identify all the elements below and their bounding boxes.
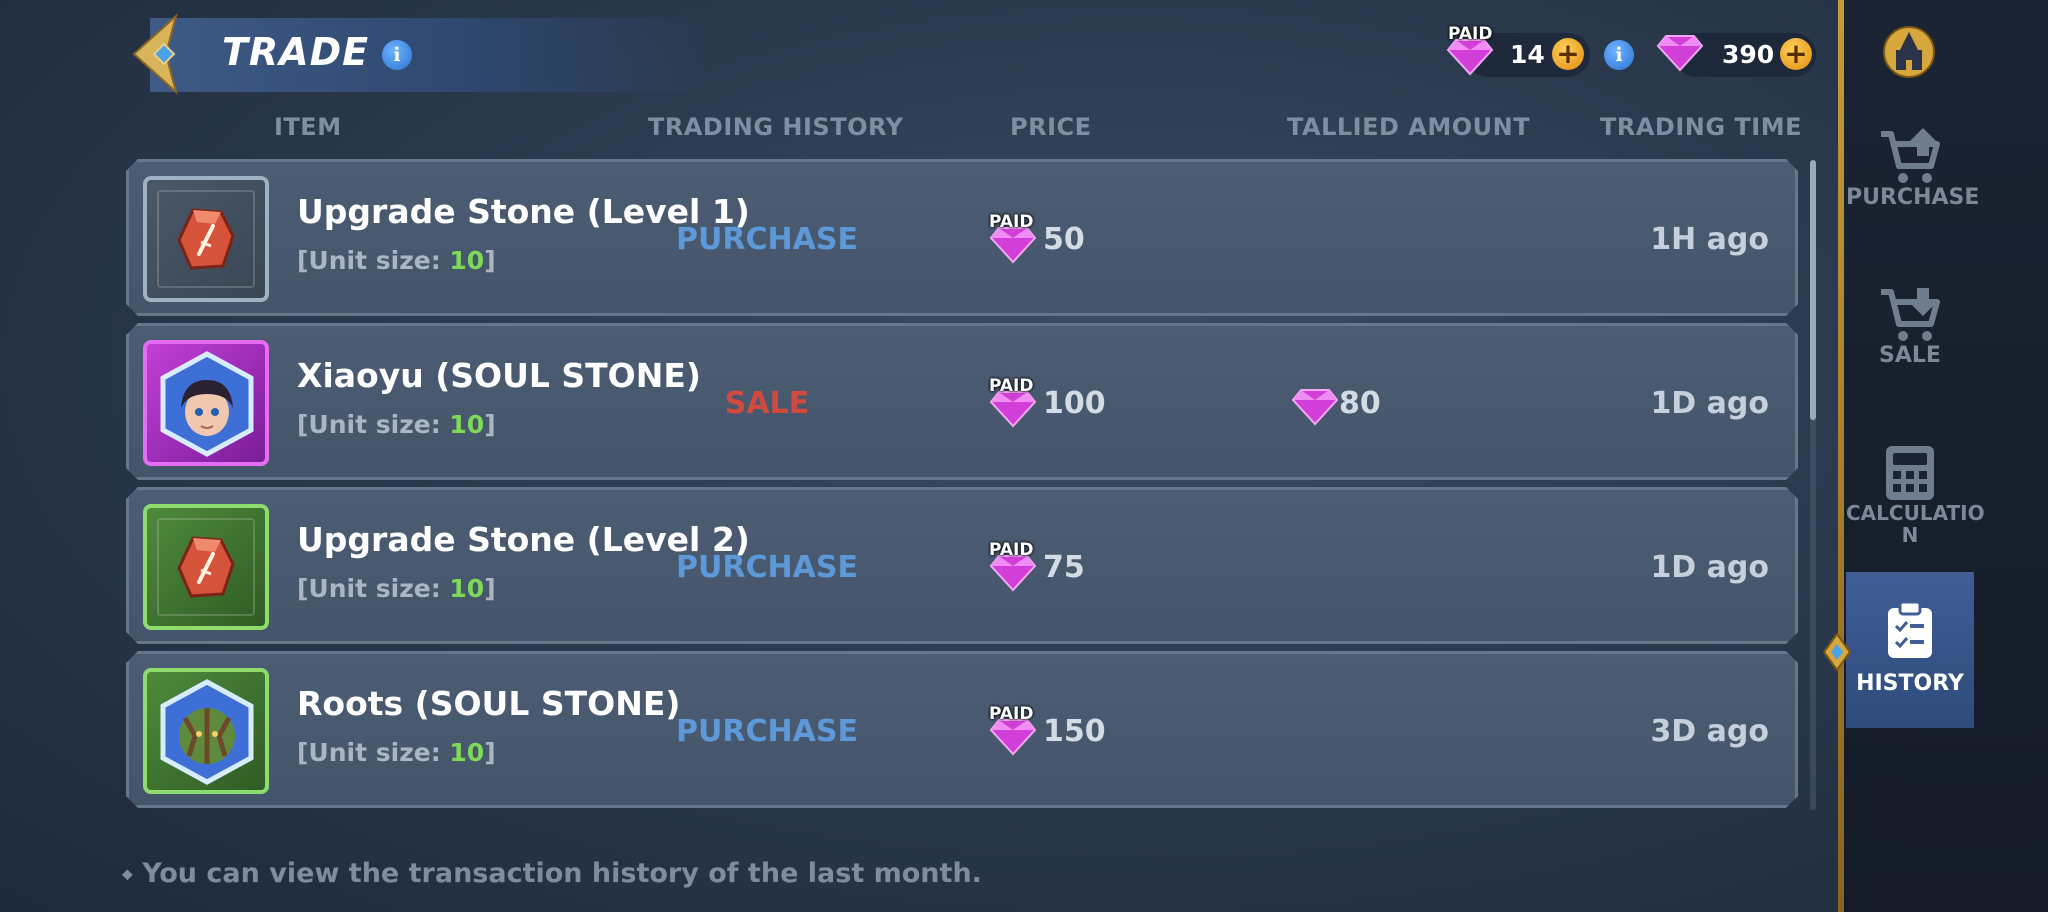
xiaoyu-portrait-icon (155, 350, 259, 458)
scrollbar-thumb[interactable] (1810, 160, 1816, 420)
column-header-item: ITEM (274, 113, 342, 141)
castle-icon[interactable] (1882, 22, 1936, 80)
unit-size: [Unit size: 10] (297, 410, 496, 439)
cart-up-icon (1881, 128, 1940, 183)
unit-size: [Unit size: 10] (297, 246, 496, 275)
table-row[interactable]: Roots (SOUL STONE) [Unit size: 10] PURCH… (126, 651, 1798, 808)
nav-history-label: HISTORY (1856, 671, 1964, 696)
footer-note: ◆ You can view the transaction history o… (122, 858, 982, 889)
trading-time: 1D ago (1650, 550, 1769, 585)
page-title: TRADE (222, 30, 370, 74)
column-header-trading-history: TRADING HISTORY (648, 113, 904, 141)
paid-currency-value: 14 (1510, 40, 1545, 69)
nav-sale-label: SALE (1879, 343, 1941, 368)
roots-portrait-icon (155, 678, 259, 786)
paid-label: PAID (989, 704, 1034, 724)
trading-time: 3D ago (1650, 714, 1769, 749)
gem-icon (1291, 386, 1339, 426)
item-thumbnail (143, 668, 269, 794)
unit-size: [Unit size: 10] (297, 738, 496, 767)
item-thumbnail (143, 176, 269, 302)
item-name: Roots (SOUL STONE) (297, 684, 681, 723)
paid-label: PAID (989, 376, 1034, 396)
free-currency-value: 390 (1722, 40, 1775, 69)
column-header-trading-time: TRADING TIME (1600, 113, 1802, 141)
item-thumbnail (143, 340, 269, 466)
footer-note-text: You can view the transaction history of … (142, 858, 982, 889)
clipboard-icon (1888, 600, 1932, 658)
price-value: 75 (1043, 550, 1085, 585)
trade-type: PURCHASE (676, 222, 858, 257)
price-value: 100 (1043, 386, 1106, 421)
nav-purchase-label: PURCHASE (1846, 185, 1980, 210)
bullet-icon: ◆ (122, 866, 133, 883)
trade-type: PURCHASE (676, 714, 858, 749)
table-row[interactable]: Upgrade Stone (Level 2) [Unit size: 10] … (126, 487, 1798, 644)
column-header-tallied-amount: TALLIED AMOUNT (1287, 113, 1531, 141)
tallied-amount: 80 (1339, 386, 1381, 421)
info-icon[interactable]: i (382, 40, 412, 70)
paid-label: PAID (989, 212, 1034, 232)
add-paid-currency-button[interactable]: + (1552, 38, 1584, 70)
price-value: 50 (1043, 222, 1085, 257)
side-divider (1838, 0, 1844, 912)
nav-history[interactable]: HISTORY (1846, 572, 1974, 728)
upgrade-stone-icon (175, 206, 237, 272)
item-thumbnail (143, 504, 269, 630)
currency-info-icon[interactable]: i (1604, 40, 1634, 70)
back-arrow-icon[interactable] (126, 14, 188, 94)
active-tab-marker-icon (1822, 632, 1852, 672)
paid-label: PAID (989, 540, 1034, 560)
trading-time: 1D ago (1650, 386, 1769, 421)
nav-purchase[interactable]: PURCHASE (1846, 126, 1980, 230)
trade-type: PURCHASE (676, 550, 858, 585)
trading-time: 1H ago (1650, 222, 1769, 257)
table-row[interactable]: Xiaoyu (SOUL STONE) [Unit size: 10] SALE… (126, 323, 1798, 480)
price-value: 150 (1043, 714, 1106, 749)
upgrade-stone-icon (175, 534, 237, 600)
nav-calculation-label: CALCULATIO N (1846, 501, 1985, 547)
paid-label: PAID (1448, 24, 1493, 44)
table-row[interactable]: Upgrade Stone (Level 1) [Unit size: 10] … (126, 159, 1798, 316)
calculator-icon (1886, 446, 1934, 500)
unit-size: [Unit size: 10] (297, 574, 496, 603)
add-free-currency-button[interactable]: + (1780, 38, 1812, 70)
nav-sale[interactable]: SALE (1846, 284, 1974, 388)
cart-down-icon (1881, 288, 1940, 341)
nav-calculation[interactable]: CALCULATIO N (1846, 444, 1985, 548)
column-header-price: PRICE (1010, 113, 1092, 141)
trade-type: SALE (724, 386, 810, 421)
gem-icon (1656, 35, 1704, 72)
